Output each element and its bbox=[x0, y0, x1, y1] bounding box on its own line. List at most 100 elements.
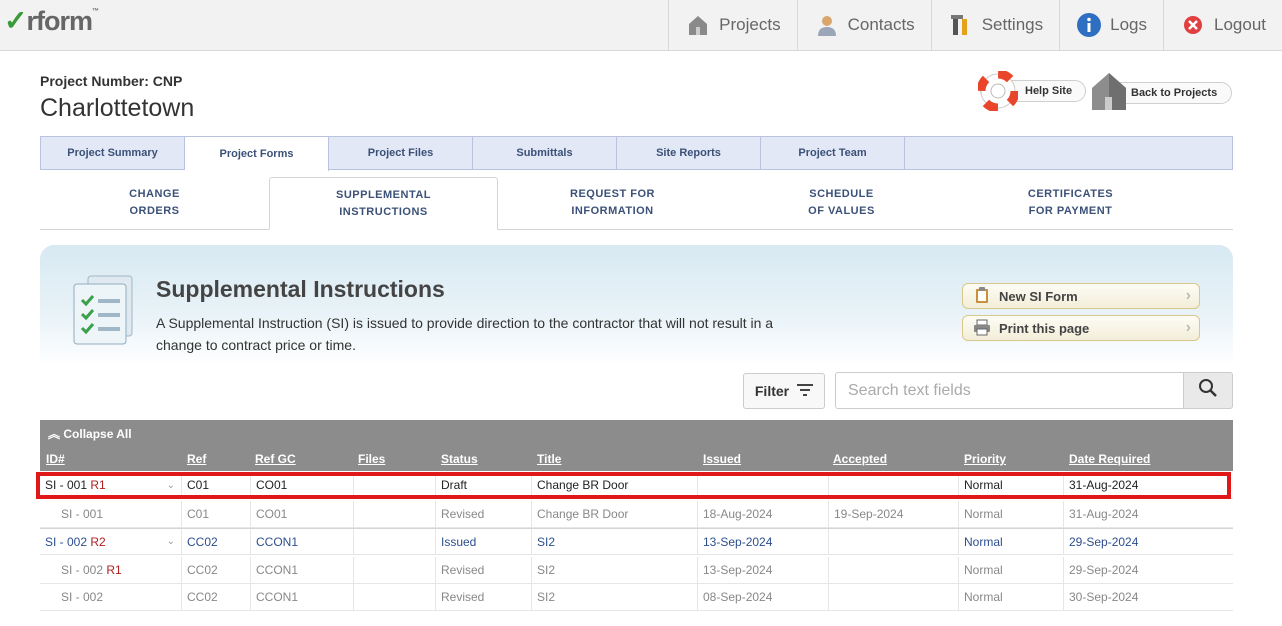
subtab-certificates-for-payment[interactable]: CERTIFICATES FOR PAYMENT bbox=[956, 177, 1185, 229]
subtab-line: ORDERS bbox=[129, 205, 180, 217]
cell-title: Change BR Door bbox=[532, 501, 698, 527]
filter-button[interactable]: Filter bbox=[743, 373, 825, 409]
cell-ref: C01 bbox=[182, 501, 251, 527]
tab-submittals[interactable]: Submittals bbox=[473, 137, 617, 169]
cell-title: Change BR Door bbox=[532, 472, 698, 498]
subtab-line: SCHEDULE bbox=[809, 188, 874, 200]
table-header: ︽ Collapse All ID# Ref Ref GC Files Stat… bbox=[40, 420, 1233, 471]
checklist-document-icon bbox=[70, 272, 142, 353]
cell-status: Revised bbox=[436, 557, 532, 583]
chevron-down-icon[interactable]: ⌄ bbox=[167, 480, 175, 491]
cell-accepted: 19-Sep-2024 bbox=[829, 501, 959, 527]
house-icon bbox=[685, 12, 711, 38]
nav-contacts[interactable]: Contacts bbox=[796, 0, 931, 50]
cell-ref: CC02 bbox=[182, 584, 251, 610]
printer-icon bbox=[973, 318, 991, 339]
subtab-change-orders[interactable]: CHANGE ORDERS bbox=[40, 177, 269, 229]
row-id: SI - 002 bbox=[61, 563, 104, 577]
tab-project-files[interactable]: Project Files bbox=[329, 137, 473, 169]
col-status[interactable]: Status bbox=[441, 452, 478, 466]
project-tabs: Project Summary Project Forms Project Fi… bbox=[40, 136, 1233, 171]
cell-priority: Normal bbox=[959, 557, 1064, 583]
table-row[interactable]: SI - 002 R2 ⌄ CC02 CCON1 Issued SI2 13-Se… bbox=[40, 528, 1233, 555]
cell-title: SI2 bbox=[532, 529, 698, 554]
cell-date-required: 31-Aug-2024 bbox=[1069, 507, 1139, 521]
cell-priority: Normal bbox=[959, 501, 1064, 527]
cell-ref: CC02 bbox=[182, 529, 251, 554]
table-row[interactable]: SI - 001 R1 ⌄ C01 CO01 Draft Change BR Do… bbox=[40, 472, 1233, 499]
col-title[interactable]: Title bbox=[537, 452, 561, 466]
col-date-required[interactable]: Date Required bbox=[1069, 452, 1150, 466]
back-to-projects-label: Back to Projects bbox=[1131, 87, 1218, 99]
tab-project-team[interactable]: Project Team bbox=[761, 137, 905, 169]
col-ref[interactable]: Ref bbox=[187, 452, 206, 466]
col-id[interactable]: ID# bbox=[46, 452, 65, 466]
search-input[interactable] bbox=[835, 372, 1184, 409]
logo-trademark: ™ bbox=[91, 8, 99, 15]
nav-contacts-label: Contacts bbox=[847, 15, 915, 34]
print-page-button[interactable]: Print this page › bbox=[962, 315, 1200, 341]
subtab-line: CERTIFICATES bbox=[1027, 188, 1114, 200]
col-ref-gc[interactable]: Ref GC bbox=[255, 452, 296, 466]
revision-label: R2 bbox=[90, 534, 106, 549]
table-row[interactable]: SI - 002 R1 CC02 CCON1 Revised SI2 13-Se… bbox=[40, 557, 1233, 584]
clipboard-icon bbox=[973, 286, 991, 307]
print-page-label: Print this page bbox=[999, 320, 1090, 336]
subtab-line: REQUEST FOR bbox=[570, 188, 655, 200]
cell-files bbox=[354, 529, 436, 554]
tab-project-summary[interactable]: Project Summary bbox=[41, 137, 185, 169]
cell-accepted bbox=[829, 557, 959, 583]
cell-id[interactable]: SI - 002 R2 ⌄ bbox=[40, 529, 182, 554]
subtab-line: INSTRUCTIONS bbox=[339, 205, 428, 218]
nav-logs[interactable]: Logs bbox=[1059, 0, 1163, 50]
subtab-supplemental-instructions[interactable]: SUPPLEMENTAL INSTRUCTIONS bbox=[269, 177, 498, 230]
row-id: SI - 002 bbox=[45, 534, 88, 549]
table-row[interactable]: SI - 001 C01 CO01 Revised Change BR Door… bbox=[40, 501, 1233, 528]
cell-issued bbox=[698, 472, 829, 498]
cell-status: Draft bbox=[436, 472, 532, 498]
top-bar: ✓rform™ Projects Contacts Settings Logs … bbox=[0, 0, 1282, 51]
close-circle-icon bbox=[1180, 12, 1206, 38]
search-button[interactable] bbox=[1183, 372, 1233, 409]
chevron-right-icon: › bbox=[1185, 319, 1191, 336]
nav-settings[interactable]: Settings bbox=[930, 0, 1059, 50]
cell-id: SI - 002 R1 bbox=[40, 557, 182, 583]
project-number: Project Number: CNP bbox=[40, 73, 183, 89]
chevron-right-icon: › bbox=[1185, 287, 1191, 304]
form-subtabs: CHANGE ORDERS SUPPLEMENTAL INSTRUCTIONS RE… bbox=[40, 177, 1233, 230]
cell-status: Revised bbox=[436, 501, 532, 527]
tab-project-forms[interactable]: Project Forms bbox=[185, 136, 329, 171]
tab-site-reports[interactable]: Site Reports bbox=[617, 137, 761, 169]
app-logo[interactable]: ✓rform™ bbox=[4, 4, 99, 37]
logo-text: rform bbox=[26, 6, 93, 36]
col-issued[interactable]: Issued bbox=[703, 452, 741, 466]
subtab-line: INFORMATION bbox=[571, 205, 654, 217]
subtab-schedule-of-values[interactable]: SCHEDULE OF VALUES bbox=[727, 177, 956, 229]
cell-ref-gc: CO01 bbox=[251, 501, 354, 527]
new-si-form-button[interactable]: New SI Form › bbox=[962, 283, 1200, 309]
nav-projects[interactable]: Projects bbox=[668, 0, 796, 50]
nav-projects-label: Projects bbox=[719, 15, 781, 34]
cell-files bbox=[354, 557, 436, 583]
cell-date-required: 29-Sep-2024 bbox=[1069, 563, 1139, 577]
cell-id: SI - 002 bbox=[40, 584, 182, 610]
subtab-request-for-information[interactable]: REQUEST FOR INFORMATION bbox=[498, 177, 727, 229]
col-files[interactable]: Files bbox=[358, 452, 385, 466]
row-id: SI - 001 bbox=[45, 478, 88, 492]
project-name: Charlottetown bbox=[40, 94, 195, 122]
cell-title: SI2 bbox=[532, 584, 698, 610]
cell-id: SI - 001 bbox=[40, 501, 182, 527]
nav-logout-label: Logout bbox=[1214, 15, 1266, 34]
filter-lines-icon bbox=[797, 383, 814, 399]
nav-logout[interactable]: Logout bbox=[1163, 0, 1282, 50]
cell-files bbox=[354, 472, 436, 498]
col-accepted[interactable]: Accepted bbox=[833, 452, 887, 466]
revision-label: R1 bbox=[90, 478, 106, 492]
cell-id[interactable]: SI - 001 R1 ⌄ bbox=[40, 472, 182, 498]
collapse-all-button[interactable]: ︽ Collapse All bbox=[48, 425, 132, 442]
chevron-down-icon[interactable]: ⌄ bbox=[167, 536, 175, 547]
table-row[interactable]: SI - 002 CC02 CCON1 Revised SI2 08-Sep-2… bbox=[40, 584, 1233, 611]
new-si-form-label: New SI Form bbox=[999, 288, 1078, 304]
col-priority[interactable]: Priority bbox=[964, 452, 1006, 466]
cell-ref-gc: CCON1 bbox=[251, 584, 354, 610]
